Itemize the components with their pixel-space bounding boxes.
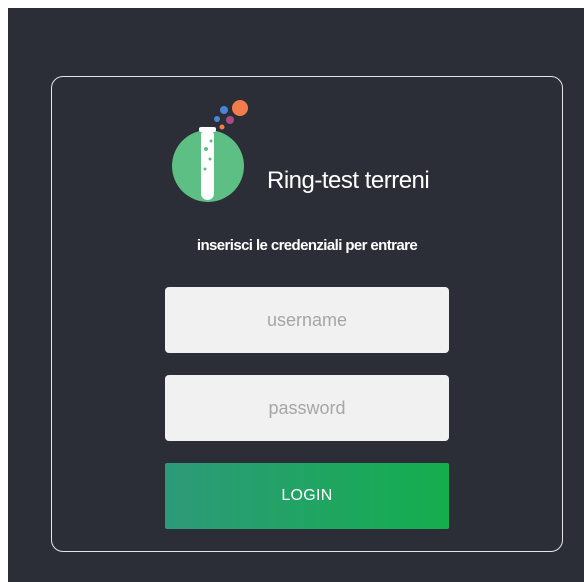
- password-input[interactable]: [165, 375, 449, 441]
- brand-header: Ring-test terreni: [170, 99, 470, 209]
- test-tube-icon: [172, 100, 248, 202]
- login-card: Ring-test terreni inserisci le credenzia…: [51, 76, 563, 552]
- username-input[interactable]: [165, 287, 449, 353]
- login-screen: Ring-test terreni inserisci le credenzia…: [8, 8, 584, 582]
- app-title: Ring-test terreni: [267, 167, 430, 194]
- login-button[interactable]: LOGIN: [165, 463, 449, 529]
- login-prompt: inserisci le credenziali per entrare: [196, 237, 418, 254]
